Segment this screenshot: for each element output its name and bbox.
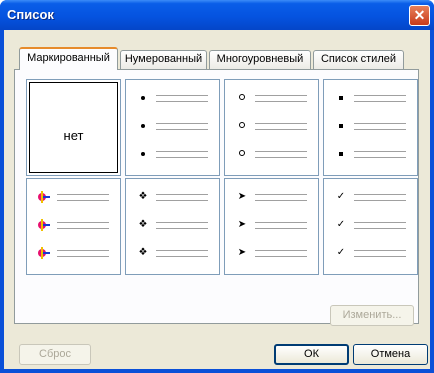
filled-square-bullet-icon	[334, 91, 348, 105]
preview-line	[57, 250, 109, 251]
tab-panel: нет ❖ ❖ ❖ ➤ ➤ ➤ ✓ ✓ ✓ Изменить...	[14, 69, 419, 326]
dialog-title: Список	[7, 7, 54, 22]
bullet-option-color-pin[interactable]	[26, 178, 121, 275]
filled-circle-bullet-icon	[136, 91, 150, 105]
none-label: нет	[63, 128, 84, 143]
checkmark-bullet-icon: ✓	[336, 247, 346, 258]
preview-line	[255, 200, 307, 201]
preview-line	[354, 228, 406, 229]
bullet-option-filled-square[interactable]	[323, 79, 418, 176]
bullet-option-arrowhead[interactable]: ➤ ➤ ➤	[224, 178, 319, 275]
preview-line	[57, 256, 109, 257]
preview-line	[255, 129, 307, 130]
hollow-circle-bullet-icon	[235, 91, 249, 105]
preview-line	[354, 151, 406, 152]
filled-square-bullet-icon	[334, 147, 348, 161]
bullet-option-none[interactable]: нет	[26, 79, 121, 176]
preview-line	[57, 200, 109, 201]
preview-line	[57, 194, 109, 195]
filled-square-bullet-icon	[334, 119, 348, 133]
preview-line	[255, 256, 307, 257]
reset-button[interactable]: Сброс	[19, 344, 91, 365]
preview-line	[57, 222, 109, 223]
four-diamond-bullet-icon: ❖	[138, 247, 148, 258]
filled-circle-bullet-icon	[136, 119, 150, 133]
change-button[interactable]: Изменить...	[330, 305, 414, 326]
filled-circle-bullet-icon	[136, 147, 150, 161]
color-pin-bullet-icon	[37, 190, 51, 204]
arrowhead-bullet-icon: ➤	[237, 219, 247, 230]
tab-multilevel[interactable]: Многоуровневый	[209, 50, 311, 69]
preview-line	[255, 157, 307, 158]
preview-line	[156, 256, 208, 257]
tab-list-styles[interactable]: Список стилей	[313, 50, 404, 69]
preview-line	[255, 151, 307, 152]
bullet-option-four-diamond[interactable]: ❖ ❖ ❖	[125, 178, 220, 275]
close-button[interactable]: ✕	[409, 5, 430, 26]
preview-line	[156, 101, 208, 102]
preview-line	[354, 129, 406, 130]
bullet-option-checkmark[interactable]: ✓ ✓ ✓	[323, 178, 418, 275]
tab-bulleted[interactable]: Маркированный	[19, 47, 118, 70]
checkmark-bullet-icon: ✓	[336, 219, 346, 230]
hollow-circle-bullet-icon	[235, 147, 249, 161]
preview-line	[57, 228, 109, 229]
preview-line	[255, 222, 307, 223]
dialog-window: Список ✕ Маркированный Нумерованный Мног…	[0, 0, 434, 373]
preview-line	[255, 101, 307, 102]
arrowhead-bullet-icon: ➤	[237, 191, 247, 202]
four-diamond-bullet-icon: ❖	[138, 191, 148, 202]
preview-line	[156, 194, 208, 195]
preview-line	[354, 101, 406, 102]
preview-line	[255, 250, 307, 251]
preview-line	[156, 157, 208, 158]
arrowhead-bullet-icon: ➤	[237, 247, 247, 258]
preview-line	[354, 95, 406, 96]
preview-line	[354, 222, 406, 223]
ok-button[interactable]: ОК	[274, 344, 349, 365]
preview-line	[156, 129, 208, 130]
dialog-body: Маркированный Нумерованный Многоуровневы…	[4, 30, 430, 369]
title-bar[interactable]: Список ✕	[0, 0, 434, 30]
tab-numbered[interactable]: Нумерованный	[120, 50, 207, 69]
hollow-circle-bullet-icon	[235, 119, 249, 133]
preview-line	[354, 256, 406, 257]
preview-line	[354, 157, 406, 158]
preview-line	[156, 151, 208, 152]
preview-line	[156, 123, 208, 124]
preview-line	[255, 95, 307, 96]
preview-line	[156, 222, 208, 223]
preview-line	[156, 228, 208, 229]
four-diamond-bullet-icon: ❖	[138, 219, 148, 230]
preview-line	[156, 200, 208, 201]
preview-line	[354, 250, 406, 251]
preview-line	[255, 228, 307, 229]
cancel-button[interactable]: Отмена	[353, 344, 428, 365]
bullet-option-hollow-circle[interactable]	[224, 79, 319, 176]
preview-line	[255, 194, 307, 195]
checkmark-bullet-icon: ✓	[336, 191, 346, 202]
color-pin-bullet-icon	[37, 246, 51, 260]
bullet-option-filled-circle[interactable]	[125, 79, 220, 176]
color-pin-bullet-icon	[37, 218, 51, 232]
preview-line	[354, 200, 406, 201]
preview-line	[156, 250, 208, 251]
preview-line	[354, 194, 406, 195]
preview-line	[354, 123, 406, 124]
preview-line	[255, 123, 307, 124]
preview-line	[156, 95, 208, 96]
